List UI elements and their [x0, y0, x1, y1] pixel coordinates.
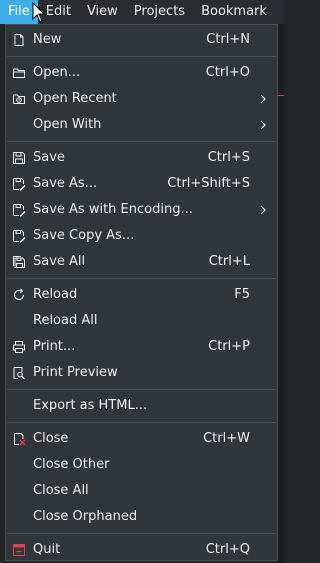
menu-item-label: Save All	[33, 254, 86, 269]
save-as-icon	[13, 204, 26, 217]
new-document-icon	[14, 34, 24, 46]
menu-view[interactable]: View	[79, 0, 126, 24]
menu-item-save-as-encoding[interactable]: Save As with Encoding...	[6, 197, 277, 223]
menu-item-reload-all[interactable]: Reload All	[6, 308, 277, 334]
background-editor-edge	[278, 24, 284, 563]
mouse-cursor-icon	[32, 2, 46, 23]
menu-item-shortcut: Ctrl+Q	[205, 542, 250, 557]
menu-item-close-other[interactable]: Close Other	[6, 452, 277, 478]
menu-item-save-all[interactable]: Save All Ctrl+L	[6, 249, 277, 275]
menu-item-label: Save Copy As...	[33, 228, 135, 243]
menu-item-quit[interactable]: Quit Ctrl+Q	[6, 537, 277, 563]
menu-item-open-recent[interactable]: Open Recent	[6, 86, 277, 112]
close-document-icon	[14, 433, 26, 446]
background-marker	[278, 95, 284, 96]
menu-separator	[6, 530, 277, 537]
menu-item-label: Open With	[33, 117, 102, 132]
menu-separator	[6, 138, 277, 145]
chevron-right-icon	[260, 120, 266, 130]
menu-item-print-preview[interactable]: Print Preview	[6, 360, 277, 386]
chevron-right-icon	[260, 94, 266, 104]
menu-item-label: New	[33, 32, 62, 47]
menu-item-open[interactable]: Open... Ctrl+O	[6, 60, 277, 86]
menu-item-label: Reload All	[33, 313, 98, 328]
save-icon	[13, 152, 25, 164]
menu-item-label: Save	[33, 150, 65, 165]
menu-item-shortcut: Ctrl+P	[208, 339, 250, 354]
menu-bookmark[interactable]: Bookmark	[193, 0, 275, 24]
menu-item-close[interactable]: Close Ctrl+W	[6, 426, 277, 452]
menu-item-label: Close Orphaned	[33, 509, 138, 524]
file-menu-dropdown: New Ctrl+N Open... Ctrl+O Open Recent Op…	[5, 24, 278, 561]
menu-projects[interactable]: Projects	[126, 0, 193, 24]
menu-item-close-orphaned[interactable]: Close Orphaned	[6, 504, 277, 530]
save-all-icon	[13, 256, 25, 268]
menu-item-label: Quit	[33, 542, 61, 557]
menu-separator	[6, 275, 277, 282]
menu-item-reload[interactable]: Reload F5	[6, 282, 277, 308]
reload-icon	[13, 288, 25, 300]
print-preview-icon	[13, 367, 25, 380]
chevron-right-icon	[260, 205, 266, 215]
menu-item-shortcut: Ctrl+N	[206, 32, 250, 47]
menu-item-shortcut: Ctrl+Shift+S	[167, 176, 250, 191]
menu-item-save-copy-as[interactable]: Save Copy As...	[6, 223, 277, 249]
menu-item-label: Print...	[33, 339, 76, 354]
menu-item-label: Close	[33, 431, 69, 446]
menu-item-save-as[interactable]: Save As... Ctrl+Shift+S	[6, 171, 277, 197]
menu-item-open-with[interactable]: Open With	[6, 112, 277, 138]
folder-open-icon	[13, 68, 25, 78]
menu-separator	[6, 53, 277, 60]
menu-item-shortcut: Ctrl+O	[205, 65, 250, 80]
menu-item-label: Save As...	[33, 176, 98, 191]
menu-item-label: Close All	[33, 483, 89, 498]
menu-item-shortcut: F5	[234, 287, 250, 302]
menu-separator	[6, 386, 277, 393]
menu-item-label: Reload	[33, 287, 78, 302]
menu-item-shortcut: Ctrl+L	[208, 254, 250, 269]
menu-item-label: Export as HTML...	[33, 398, 148, 413]
menu-item-print[interactable]: Print... Ctrl+P	[6, 334, 277, 360]
quit-icon	[13, 544, 25, 556]
menu-item-label: Open...	[33, 65, 81, 80]
menu-item-label: Print Preview	[33, 365, 118, 380]
menu-item-new[interactable]: New Ctrl+N	[6, 27, 277, 53]
save-as-icon	[13, 178, 26, 191]
menu-item-shortcut: Ctrl+S	[207, 150, 250, 165]
menu-separator	[6, 419, 277, 426]
save-as-icon	[13, 230, 26, 243]
recent-icon	[13, 94, 25, 104]
menu-item-shortcut: Ctrl+W	[203, 431, 250, 446]
menu-item-label: Open Recent	[33, 91, 117, 106]
menu-item-close-all[interactable]: Close All	[6, 478, 277, 504]
menu-item-export-html[interactable]: Export as HTML...	[6, 393, 277, 419]
printer-icon	[13, 341, 25, 353]
menu-item-label: Save As with Encoding...	[33, 202, 193, 217]
menu-item-save[interactable]: Save Ctrl+S	[6, 145, 277, 171]
menu-item-label: Close Other	[33, 457, 110, 472]
